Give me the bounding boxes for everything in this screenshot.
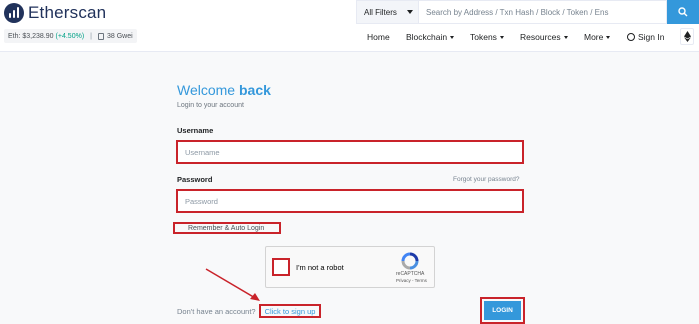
login-button[interactable]: LOGIN	[484, 301, 521, 320]
page-title: Welcome back	[177, 82, 271, 98]
page-title-bold: back	[238, 82, 271, 98]
chevron-down-icon	[606, 35, 611, 39]
search-icon	[678, 7, 688, 17]
recaptcha-brand: reCAPTCHA	[396, 271, 425, 277]
search-input[interactable]: Search by Address / Txn Hash / Block / T…	[419, 0, 667, 24]
top-header: Etherscan Eth: $3,238.90 (+4.50%) | 38 G…	[0, 0, 699, 52]
nav-sign-in-label: Sign In	[638, 32, 665, 42]
nav-sign-in[interactable]: Sign In	[627, 29, 664, 45]
nav-more[interactable]: More	[584, 29, 611, 45]
signup-link[interactable]: Click to sign up	[259, 304, 321, 318]
search-filter-label: All Filters	[364, 7, 397, 17]
user-circle-icon	[627, 33, 635, 41]
page-subtitle: Login to your account	[177, 102, 244, 109]
search-filter-select[interactable]: All Filters	[356, 0, 419, 24]
eth-price: Eth: $3,238.90	[8, 32, 54, 40]
chevron-down-icon	[407, 10, 413, 14]
recaptcha-checkbox[interactable]	[272, 258, 290, 276]
ethereum-icon	[683, 31, 691, 42]
signup-question: Don't have an account?	[177, 307, 256, 316]
password-field[interactable]: Password	[176, 189, 524, 213]
chevron-down-icon	[563, 35, 568, 39]
brand-name: Etherscan	[28, 3, 107, 22]
eth-price-change: (+4.50%)	[55, 32, 85, 40]
gas-price[interactable]: 38 Gwei	[107, 33, 133, 40]
nav-tokens-label: Tokens	[470, 32, 497, 42]
page-title-prefix: Welcome	[177, 82, 239, 98]
nav-resources[interactable]: Resources	[520, 29, 568, 45]
password-label: Password	[177, 175, 213, 184]
forgot-password-link[interactable]: Forgot your password?	[453, 176, 519, 183]
chevron-down-icon	[499, 35, 504, 39]
search-bar: All Filters Search by Address / Txn Hash…	[356, 0, 699, 24]
ethereum-network-button[interactable]	[680, 28, 694, 45]
recaptcha-terms-link[interactable]: Privacy - Terms	[396, 278, 427, 283]
nav-more-label: More	[584, 32, 604, 42]
recaptcha-widget: I'm not a robot reCAPTCHA Privacy - Term…	[265, 246, 435, 288]
recaptcha-logo-icon	[401, 252, 419, 270]
eth-price-bar: Eth: $3,238.90 (+4.50%) | 38 Gwei	[4, 29, 137, 43]
red-arrow-annotation	[205, 268, 260, 301]
gas-pump-icon	[97, 32, 104, 40]
username-field[interactable]: Username	[176, 140, 524, 164]
search-button[interactable]	[667, 0, 699, 24]
etherscan-logo-icon	[4, 3, 24, 23]
nav-home[interactable]: Home	[367, 29, 390, 45]
username-label: Username	[177, 126, 214, 135]
stats-separator: |	[90, 32, 92, 40]
login-button-highlight: LOGIN	[480, 297, 525, 324]
remember-checkbox[interactable]: Remember & Auto Login	[173, 222, 281, 234]
nav-tokens[interactable]: Tokens	[470, 29, 504, 45]
recaptcha-label: I'm not a robot	[296, 263, 344, 272]
nav-blockchain-label: Blockchain	[406, 32, 448, 42]
etherscan-logo[interactable]: Etherscan	[4, 2, 106, 24]
nav-resources-label: Resources	[520, 32, 561, 42]
chevron-down-icon	[450, 35, 455, 39]
nav-blockchain[interactable]: Blockchain	[406, 29, 455, 45]
